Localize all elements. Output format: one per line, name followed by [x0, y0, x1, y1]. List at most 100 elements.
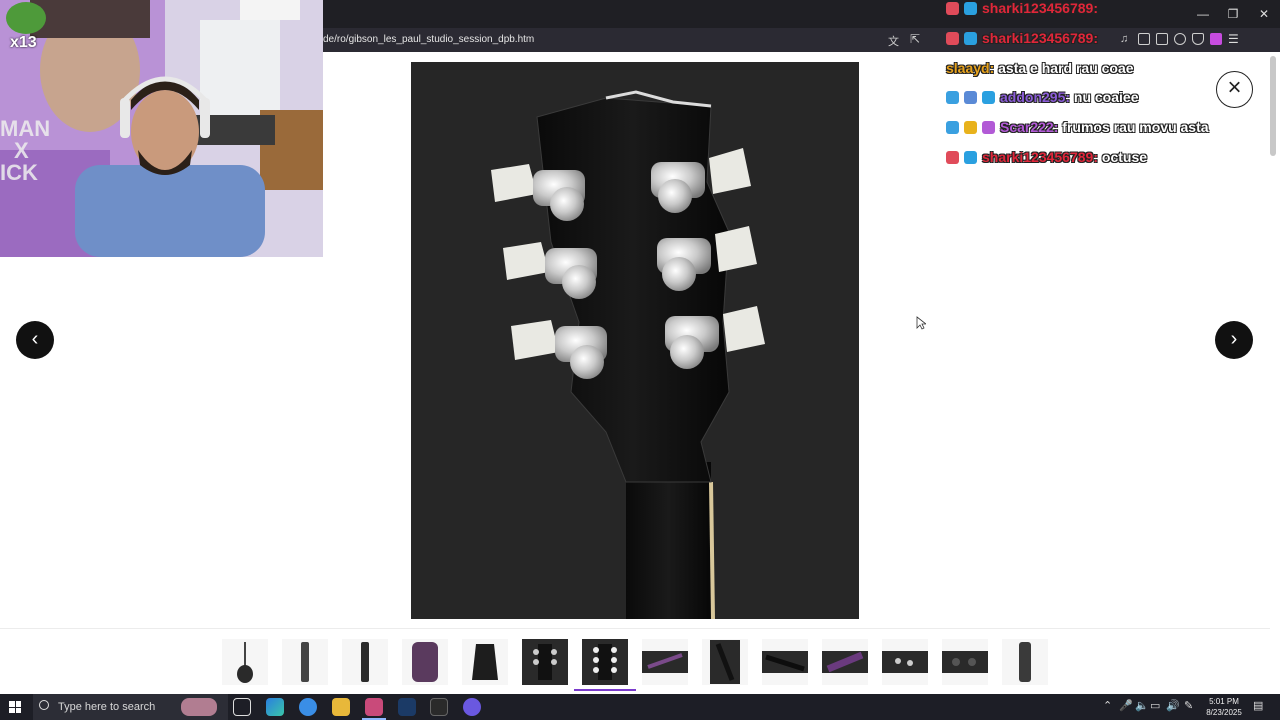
xbox-icon[interactable] [430, 698, 448, 716]
guitar-case-thumb [1019, 642, 1031, 682]
shirt-text: MAN X ICK [0, 118, 50, 184]
chat-text: frumos rau movu asta [1062, 119, 1209, 135]
shirt-text-line-2: X [14, 138, 29, 163]
guitar-detail-thumb [762, 651, 808, 673]
user-badge-icon [964, 2, 977, 15]
chat-username: Scar222: [1000, 119, 1059, 135]
guitar-headstock-illustration [411, 62, 859, 619]
thumbnail[interactable] [882, 639, 928, 685]
extensions-icon[interactable] [1174, 33, 1186, 45]
extension-icons: ♫ ☰ [1120, 33, 1240, 47]
chat-username: sharki123456789: [982, 30, 1098, 46]
volume-icon[interactable]: 🔊 [1166, 699, 1180, 712]
emote-label: x13 [10, 34, 37, 51]
thumbnail[interactable] [642, 639, 688, 685]
tray-chevron-icon[interactable]: ⌃ [1103, 699, 1112, 712]
chat-text: asta e hard rau coae [998, 60, 1134, 76]
taskbar-clock[interactable]: 5:01 PM 8/23/2025 [1196, 696, 1252, 718]
thumbnail[interactable] [1002, 639, 1048, 685]
taskbar-search[interactable]: Type here to search [33, 694, 228, 720]
copilot-icon[interactable] [266, 698, 284, 716]
flamingo-icon [181, 698, 217, 716]
guitar-back-thumb [472, 644, 498, 680]
chat-message: addon295: nu coaiee [946, 89, 1139, 105]
thumbnail[interactable] [822, 639, 868, 685]
guitar-thumb [361, 642, 369, 682]
chevron-left-icon: ‹ [31, 328, 39, 350]
headstock-front-thumb [533, 644, 557, 680]
minimize-icon[interactable]: — [1194, 5, 1212, 23]
network-icon[interactable]: ▭ [1150, 699, 1160, 712]
file-explorer-icon[interactable] [332, 698, 350, 716]
previous-image-button[interactable]: ‹ [16, 321, 54, 359]
thumbnail[interactable] [402, 639, 448, 685]
thumbnail[interactable] [222, 639, 268, 685]
thumbnail[interactable] [702, 639, 748, 685]
chat-text: octuse [1101, 149, 1148, 165]
discord-icon[interactable] [463, 698, 481, 716]
chat-username: addon295: [1000, 89, 1071, 105]
guitar-front-thumb [237, 642, 253, 683]
sidebar-icon[interactable] [1138, 33, 1150, 45]
user-badge-icon [946, 32, 959, 45]
windows-start-icon[interactable] [9, 701, 21, 713]
edge-icon[interactable] [299, 698, 317, 716]
guitar-bridge-thumb [882, 651, 928, 673]
chat-message: sharki123456789: [946, 30, 1098, 46]
page-scrollbar[interactable] [1270, 56, 1276, 156]
profile-icon[interactable] [1210, 33, 1222, 45]
next-image-button[interactable]: › [1215, 321, 1253, 359]
shirt-text-line-1: MAN [0, 116, 51, 141]
pen-icon[interactable]: ✎ [1184, 699, 1193, 712]
search-placeholder: Type here to search [58, 701, 156, 713]
chat-message: slaayd: asta e hard rau coae [946, 60, 1134, 76]
thumbnail-strip [0, 628, 1270, 694]
music-icon[interactable]: ♫ [1120, 33, 1132, 45]
guitar-thumb [301, 642, 309, 682]
chat-message: sharki123456789: octuse [946, 149, 1147, 165]
guitar-controls-thumb [942, 651, 988, 673]
guitar-neck-thumb [710, 640, 740, 684]
product-image [411, 62, 859, 619]
url-text[interactable]: de/ro/gibson_les_paul_studio_session_dpb… [323, 34, 534, 45]
microphone-icon[interactable]: 🎤 [1119, 699, 1133, 712]
thumbnail[interactable] [762, 639, 808, 685]
browser-app-icon[interactable] [365, 698, 383, 716]
user-badge-icon [964, 91, 977, 104]
thumbnail[interactable] [462, 639, 508, 685]
thumbnail-active[interactable] [574, 639, 636, 691]
restore-icon[interactable]: ❐ [1224, 5, 1242, 23]
notifications-icon[interactable]: ▤ [1253, 699, 1263, 712]
guitar-side-thumb [642, 651, 688, 673]
speaker-icon[interactable]: 🔈 [1135, 699, 1149, 712]
steam-icon[interactable] [398, 698, 416, 716]
close-gallery-button[interactable]: × [1216, 71, 1253, 108]
clock-time: 5:01 PM [1209, 697, 1239, 706]
user-badge-icon [982, 91, 995, 104]
headstock-back-thumb [593, 644, 617, 680]
guitar-body-detail-thumb [822, 651, 868, 673]
shirt-text-line-3: ICK [0, 160, 38, 185]
chat-text: nu coaiee [1073, 89, 1139, 105]
mouse-cursor-icon [916, 316, 926, 330]
chevron-right-icon: › [1230, 328, 1238, 350]
thumbnail[interactable] [942, 639, 988, 685]
close-window-icon[interactable]: ✕ [1255, 5, 1273, 23]
guitar-body-thumb [412, 642, 438, 682]
crown-badge-icon [964, 121, 977, 134]
thumbnail[interactable] [522, 639, 568, 685]
user-badge-icon [964, 151, 977, 164]
translate-icon[interactable]: 文 [888, 33, 899, 49]
chat-message: Scar222: frumos rau movu asta [946, 119, 1209, 135]
menu-icon[interactable]: ☰ [1228, 33, 1240, 45]
task-view-icon[interactable] [233, 698, 251, 716]
user-badge-icon [964, 32, 977, 45]
thumbnail[interactable] [282, 639, 328, 685]
share-icon[interactable]: ⇱ [910, 32, 920, 46]
sword-badge-icon [946, 91, 959, 104]
user-badge-icon [982, 121, 995, 134]
shield-icon[interactable] [1192, 33, 1204, 45]
reader-icon[interactable] [1156, 33, 1168, 45]
thumbnail[interactable] [342, 639, 388, 685]
chat-message: sharki123456789: [946, 0, 1098, 16]
